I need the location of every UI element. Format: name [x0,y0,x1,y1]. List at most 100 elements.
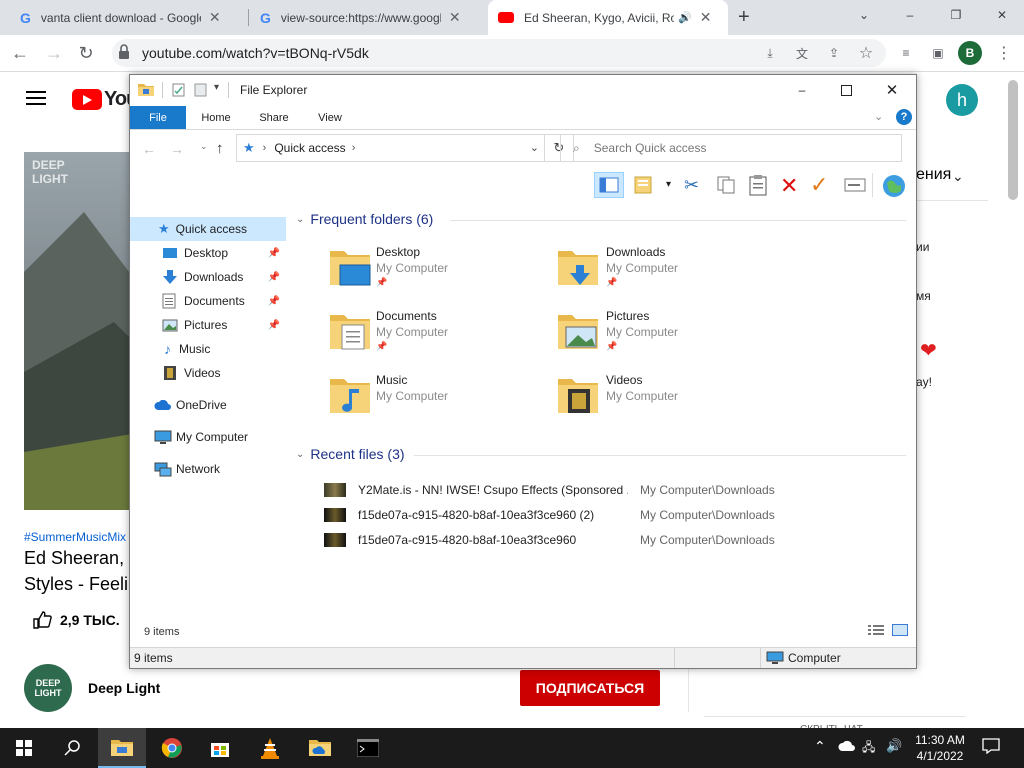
chevron-right-icon[interactable]: › [352,142,356,154]
folder-tile-videos[interactable]: Videos My Computer [556,369,776,425]
onedrive-tray-icon[interactable] [838,740,856,752]
nav-item-videos[interactable]: Videos [130,361,286,385]
help-icon[interactable]: ? [896,109,912,125]
taskbar-photos[interactable] [296,728,344,768]
video-hashtag[interactable]: #SummerMusicMix [24,530,126,544]
kebab-menu-icon[interactable]: ⋮ [990,39,1018,67]
nav-item-downloads[interactable]: Downloads 📌 [130,265,286,289]
close-tab-icon[interactable]: ✕ [700,9,712,26]
maximize-icon[interactable] [824,79,868,101]
folder-tile-pictures[interactable]: Pictures My Computer 📌 [556,305,776,361]
folder-tile-documents[interactable]: Documents My Computer 📌 [328,305,548,361]
back-arrow-icon[interactable]: ← [142,141,156,157]
taskbar-vlc[interactable] [246,728,294,768]
taskbar-chrome[interactable] [148,728,196,768]
close-tab-icon[interactable]: ✕ [209,9,221,26]
nav-item-music[interactable]: ♪ Music [130,337,286,361]
nav-item-desktop[interactable]: Desktop 📌 [130,241,286,265]
minimize-icon[interactable]: – [780,79,824,101]
url-text[interactable]: youtube.com/watch?v=tBONq-rV5dk [142,45,369,61]
large-icons-view-icon[interactable] [892,624,908,636]
recent-locations-icon[interactable]: ⌄ [200,141,208,152]
navigation-pane-button[interactable] [594,172,624,198]
customize-quick-access-icon[interactable]: ▾ [214,82,219,93]
ribbon-tab-file[interactable]: File [130,106,186,129]
back-arrow-icon[interactable]: ← [6,39,34,67]
forward-arrow-icon[interactable]: → [40,39,68,67]
browser-tab-3-active[interactable]: Ed Sheeran, Kygo, Avicii, Rob 🔊 ✕ [488,0,728,35]
copy-icon[interactable] [716,175,736,195]
nav-item-quick-access[interactable]: ★ Quick access [130,217,286,241]
properties-icon[interactable] [172,83,185,97]
nav-item-my-computer[interactable]: My Computer [130,425,286,449]
dropdown-arrow-icon[interactable]: ▾ [666,179,671,190]
checkmark-icon[interactable]: ✓ [810,172,828,198]
nav-item-documents[interactable]: Documents 📌 [130,289,286,313]
minimize-icon[interactable]: – [888,0,932,30]
bookmark-star-icon[interactable]: ☆ [852,39,880,67]
volume-icon[interactable]: 🔊 [886,738,902,754]
rename-icon[interactable] [844,178,866,192]
ribbon-tab-share[interactable]: Share [250,106,298,129]
explorer-address-bar[interactable]: ★ › Quick access › ⌄ ↻ [236,134,574,162]
close-icon[interactable]: ✕ [870,79,914,101]
reload-icon[interactable]: ↻ [72,39,100,67]
user-avatar[interactable]: h [946,84,978,116]
browser-tab-2[interactable]: G view-source:https://www.google ✕ [250,0,486,35]
up-arrow-icon[interactable]: ↑ [216,140,224,157]
cut-icon[interactable]: ✂ [684,175,699,196]
hamburger-menu-icon[interactable] [26,90,46,106]
taskbar-terminal[interactable] [344,728,392,768]
lock-icon[interactable] [118,44,130,60]
channel-logo[interactable]: DEEP LIGHT [24,664,72,712]
chevron-down-icon[interactable]: ⌄ [952,168,964,185]
folder-tile-desktop[interactable]: Desktop My Computer 📌 [328,241,548,297]
pin-icon[interactable]: 📌 [268,296,280,307]
media-queue-icon[interactable]: ≡ [892,39,920,67]
frequent-folders-header[interactable]: ⌄ Frequent folders (6) [296,211,433,227]
globe-icon[interactable] [882,174,906,198]
network-tray-icon[interactable]: 🖧 [862,738,875,759]
nav-item-onedrive[interactable]: OneDrive [130,393,286,417]
channel-name[interactable]: Deep Light [88,680,160,696]
subscribe-button[interactable]: ПОДПИСАТЬСЯ [520,670,660,706]
folder-tile-downloads[interactable]: Downloads My Computer 📌 [556,241,776,297]
expand-ribbon-icon[interactable]: ⌄ [874,110,883,123]
install-app-icon[interactable]: ⤓ [756,39,784,67]
pin-icon[interactable]: 📌 [268,272,280,283]
folder-tile-music[interactable]: Music My Computer [328,369,548,425]
system-tray-chevron-icon[interactable]: ⌃ [814,738,826,755]
close-tab-icon[interactable]: ✕ [449,9,461,26]
recent-file-row[interactable]: Y2Mate.is - NN! IWSE! Csupo Effects (Spo… [324,478,884,502]
clock[interactable]: 11:30 AM 4/1/2022 [908,732,972,764]
translate-icon[interactable]: 文 [788,39,816,67]
recent-files-header[interactable]: ⌄ Recent files (3) [296,446,405,462]
explorer-search-box[interactable]: ⌕ Search Quick access [560,134,902,162]
address-history-chevron-icon[interactable]: ⌄ [530,141,539,154]
ribbon-tab-home[interactable]: Home [192,106,240,129]
pin-icon[interactable]: 📌 [268,320,280,331]
share-icon[interactable]: ⇪ [820,39,848,67]
new-folder-icon[interactable] [194,83,207,97]
thumbs-up-icon[interactable] [32,610,52,630]
start-button[interactable] [0,728,48,768]
details-view-icon[interactable] [868,624,884,636]
chevron-down-icon[interactable]: ⌄ [842,0,886,30]
notifications-icon[interactable] [982,738,1000,754]
page-scrollbar[interactable] [1008,80,1018,200]
youtube-logo[interactable]: You [72,88,138,111]
pin-icon[interactable]: 📌 [268,248,280,259]
paste-icon[interactable] [748,174,768,196]
recent-file-row[interactable]: f15de07a-c915-4820-b8af-10ea3f3ce960 (2)… [324,503,884,527]
nav-item-network[interactable]: Network [130,457,286,481]
delete-icon[interactable]: ✕ [780,173,798,199]
browser-tab-1[interactable]: G vanta client download - Google S ✕ [8,0,244,35]
search-button[interactable] [48,728,96,768]
ribbon-tab-view[interactable]: View [306,106,354,129]
forward-arrow-icon[interactable]: → [170,141,184,157]
taskbar-file-explorer[interactable] [98,728,146,768]
recent-file-row[interactable]: f15de07a-c915-4820-b8af-10ea3f3ce960 My … [324,528,884,552]
close-window-icon[interactable]: ✕ [980,0,1024,30]
notes-icon[interactable] [634,175,656,195]
restore-icon[interactable]: ❐ [934,0,978,30]
